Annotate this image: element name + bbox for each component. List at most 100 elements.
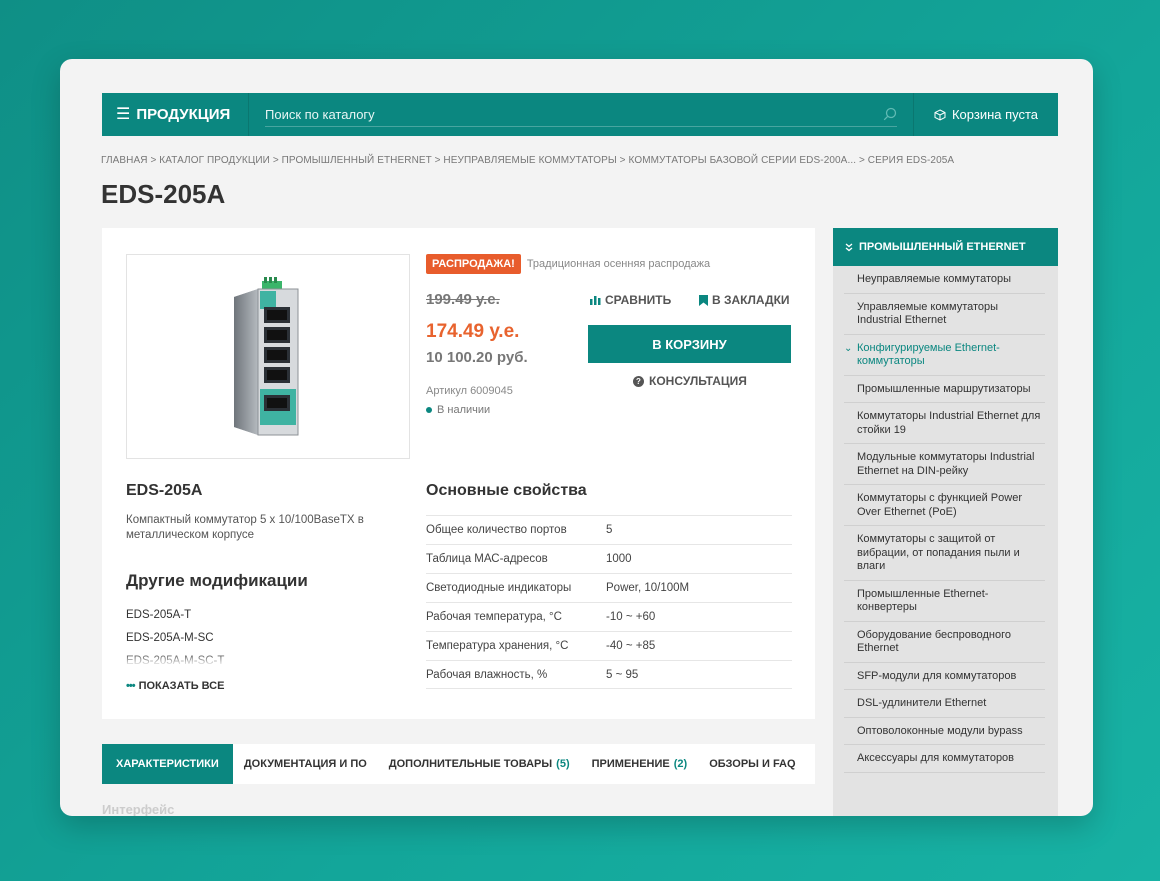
stock-status: В наличии — [426, 404, 490, 416]
sidebar-fade — [833, 786, 1058, 816]
properties-title: Основные свойства — [426, 482, 587, 499]
show-all-button[interactable]: ••• ПОКАЗАТЬ ВСЕ — [126, 680, 224, 692]
compare-label: СРАВНИТЬ — [605, 293, 672, 307]
question-icon: ? — [633, 375, 644, 387]
chevron-down-icon: ⌄ — [844, 342, 853, 354]
sidebar-item[interactable]: Коммутаторы с защитой от вибрации, от по… — [844, 526, 1045, 581]
sidebar-item[interactable]: Оборудование беспроводного Ethernet — [844, 622, 1045, 663]
products-menu-label: ПРОДУКЦИЯ — [136, 106, 231, 123]
sidebar-item[interactable]: Промышленные маршрутизаторы — [844, 376, 1045, 403]
products-menu-button[interactable]: ☰ ПРОДУКЦИЯ — [102, 93, 248, 136]
sale-text: Традиционная осенняя распродажа — [526, 258, 711, 270]
tab-reviews-faq[interactable]: ОБЗОРЫ И FAQ — [698, 744, 806, 784]
property-value: 1000 — [606, 553, 632, 565]
property-value: 5 ~ 95 — [606, 668, 639, 681]
breadcrumb-item[interactable]: ПРОМЫШЛЕННЫЙ ETHERNET — [282, 155, 432, 166]
property-name: Таблица МАС-адресов — [426, 553, 548, 565]
sidebar-item[interactable]: SFP-модули для коммутаторов — [844, 663, 1045, 690]
sidebar-item[interactable]: Промышленные Ethernet-конвертеры — [844, 581, 1045, 622]
property-name: Общее количество портов — [426, 524, 567, 536]
tab-label: ХАРАКТЕРИСТИКИ — [116, 758, 219, 770]
sidebar-item[interactable]: Управляемые коммутаторы Industrial Ether… — [844, 294, 1045, 335]
bookmark-button[interactable]: В ЗАКЛАДКИ — [699, 293, 790, 307]
product-panel: РАСПРОДАЖА! Традиционная осенняя распрод… — [102, 228, 815, 719]
sidebar-item[interactable]: Аксессуары для коммутаторов — [844, 745, 1045, 773]
table-row: Температура хранения, °С -40 ~ +85 — [426, 631, 792, 660]
sidebar-item[interactable]: Оптоволоконные модули bypass — [844, 718, 1045, 745]
tab-label: ДОКУМЕНТАЦИЯ И ПО — [243, 758, 367, 770]
cart-label: Корзина пуста — [951, 107, 1039, 122]
sidebar-header[interactable]: ПРОМЫШЛЕННЫЙ ETHERNET — [833, 228, 1058, 266]
bar-chart-icon — [590, 296, 601, 305]
search-icon[interactable] — [883, 107, 897, 121]
current-price: 174.49 у.е. — [426, 321, 520, 342]
consultation-link[interactable]: ? КОНСУЛЬТАЦИЯ — [633, 374, 747, 388]
hamburger-icon: ☰ — [116, 105, 131, 123]
top-navigation-bar: ☰ ПРОДУКЦИЯ Корзина пуста — [102, 93, 1058, 136]
search-box — [248, 93, 913, 136]
modification-link[interactable]: EDS-205A-T — [126, 608, 326, 631]
sale-badge: РАСПРОДАЖА! — [426, 254, 521, 274]
consultation-label: КОНСУЛЬТАЦИЯ — [649, 374, 747, 388]
section-heading-faded: Интерфейс — [102, 802, 175, 816]
property-value: Power, 10/100M — [606, 582, 690, 594]
sidebar-item-label: Конфигурируемые Ethernet-коммутаторы — [857, 341, 1000, 368]
cart-button[interactable]: Корзина пуста — [913, 93, 1058, 136]
tab-count: (2) — [673, 758, 688, 770]
bookmark-label: В ЗАКЛАДКИ — [712, 293, 790, 307]
sidebar-item[interactable]: DSL-удлинители Ethernet — [844, 690, 1045, 718]
sidebar-item[interactable]: Неуправляемые коммутаторы — [844, 266, 1045, 294]
tab-applications[interactable]: ПРИМЕНЕНИЕ (2) — [581, 744, 699, 784]
page-card: ☰ ПРОДУКЦИЯ Корзина пуста ГЛАВНАЯ > КАТА… — [60, 59, 1093, 816]
modifications-list: EDS-205A-T EDS-205A-M-SC EDS-205A-M-SC-T — [126, 608, 326, 666]
properties-table: Общее количество портов 5 Таблица МАС-ад… — [426, 515, 792, 689]
category-sidebar: ПРОМЫШЛЕННЫЙ ETHERNET Неуправляемые комм… — [833, 228, 1058, 816]
breadcrumb-item[interactable]: КОММУТАТОРЫ БАЗОВОЙ СЕРИИ EDS-200A... — [629, 155, 857, 166]
old-price: 199.49 у.е. — [426, 291, 500, 308]
property-value: -10 ~ +60 — [606, 611, 656, 623]
sidebar-list: Неуправляемые коммутаторы Управляемые ко… — [833, 266, 1058, 773]
page-title: EDS-205A — [101, 179, 226, 209]
breadcrumb: ГЛАВНАЯ > КАТАЛОГ ПРОДУКЦИИ > ПРОМЫШЛЕНН… — [101, 155, 955, 166]
breadcrumb-item[interactable]: КАТАЛОГ ПРОДУКЦИИ — [159, 155, 270, 166]
property-name: Рабочая влажность, % — [426, 668, 548, 681]
breadcrumb-item[interactable]: НЕУПРАВЛЯЕМЫЕ КОММУТАТОРЫ — [443, 155, 616, 166]
collapse-chevron-icon — [845, 243, 853, 251]
tab-label: ОБЗОРЫ И FAQ — [709, 758, 796, 770]
property-name: Светодиодные индикаторы — [426, 582, 572, 594]
tab-label: ДОПОЛНИТЕЛЬНЫЕ ТОВАРЫ — [388, 758, 553, 770]
product-tabs: ХАРАКТЕРИСТИКИ ДОКУМЕНТАЦИЯ И ПО ДОПОЛНИ… — [102, 744, 815, 784]
modification-link[interactable]: EDS-205A-M-SC — [126, 631, 326, 654]
stock-label: В наличии — [437, 404, 491, 416]
tab-characteristics[interactable]: ХАРАКТЕРИСТИКИ — [102, 744, 233, 784]
add-to-cart-button[interactable]: В КОРЗИНУ — [588, 325, 791, 363]
modification-link[interactable]: EDS-205A-M-SC-T — [126, 654, 326, 666]
price-rub: 10 100.20 руб. — [426, 349, 528, 366]
compare-button[interactable]: СРАВНИТЬ — [590, 293, 671, 307]
stock-dot-icon — [426, 407, 432, 413]
table-row: Общее количество портов 5 — [426, 515, 792, 544]
modifications-title: Другие модификации — [126, 571, 308, 590]
sidebar-item[interactable]: Модульные коммутаторы Industrial Etherne… — [844, 444, 1045, 485]
breadcrumb-item[interactable]: ГЛАВНАЯ — [101, 155, 148, 166]
tab-documentation[interactable]: ДОКУМЕНТАЦИЯ И ПО — [233, 744, 378, 784]
property-value: -40 ~ +85 — [606, 640, 656, 652]
tab-label: ПРИМЕНЕНИЕ — [591, 758, 670, 770]
property-name: Рабочая температура, °С — [426, 611, 562, 623]
sidebar-item-active[interactable]: ⌄ Конфигурируемые Ethernet-коммутаторы — [844, 335, 1045, 376]
tab-count: (5) — [556, 758, 570, 770]
bookmark-icon — [699, 294, 708, 306]
table-row: Рабочая температура, °С -10 ~ +60 — [426, 602, 792, 631]
tab-additional-products[interactable]: ДОПОЛНИТЕЛЬНЫЕ ТОВАРЫ (5) — [378, 744, 581, 784]
sidebar-item[interactable]: Коммутаторы с функцией Power Over Ethern… — [844, 485, 1045, 526]
property-name: Температура хранения, °С — [426, 640, 569, 652]
product-image[interactable] — [126, 254, 410, 459]
product-description: Компактный коммутатор 5 x 10/100BaseTX в… — [126, 514, 364, 541]
sku: Артикул 6009045 — [426, 385, 513, 397]
switch-device-illustration — [234, 276, 299, 435]
table-row: Таблица МАС-адресов 1000 — [426, 544, 792, 573]
sidebar-item[interactable]: Коммутаторы Industrial Ethernet для стой… — [844, 403, 1045, 444]
table-row: Светодиодные индикаторы Power, 10/100M — [426, 573, 792, 602]
search-input[interactable] — [265, 102, 897, 127]
breadcrumb-current: СЕРИЯ EDS-205A — [867, 155, 955, 166]
